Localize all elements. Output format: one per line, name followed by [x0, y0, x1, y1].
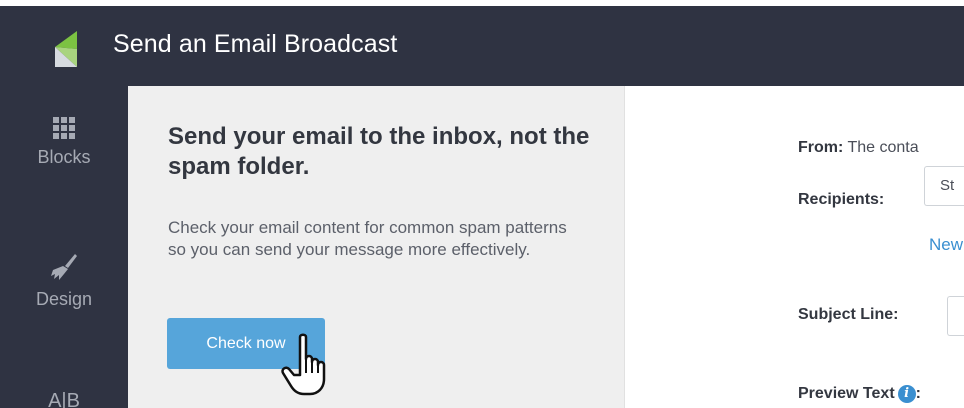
ab-test-icon: A|B [48, 390, 80, 408]
new-recipient-link[interactable]: New [929, 235, 963, 255]
spam-check-panel: Send your email to the inbox, not the sp… [128, 86, 625, 408]
broadcast-form: From: The conta Recipients: St New Subje… [625, 86, 964, 408]
page-title: Send an Email Broadcast [113, 30, 398, 58]
from-label: From: [798, 139, 844, 156]
info-icon[interactable]: i [897, 385, 916, 403]
editor-sidebar: Blocks Design A|B [0, 86, 128, 408]
sidebar-item-ab-test[interactable]: A|B [0, 390, 128, 408]
from-value: The conta [847, 139, 919, 156]
recipients-field[interactable]: St [924, 166, 964, 206]
sidebar-item-label: Blocks [37, 147, 91, 167]
grid-icon [53, 117, 75, 139]
sidebar-item-design[interactable]: Design [0, 253, 128, 310]
app-window: Send an Email Broadcast Blocks Design A|… [0, 0, 964, 408]
recipients-label: Recipients: [798, 191, 885, 208]
from-row: From: The conta [798, 139, 919, 157]
app-logo-icon [55, 31, 77, 67]
spam-check-heading: Send your email to the inbox, not the sp… [168, 123, 590, 180]
preview-text-colon: : [915, 385, 921, 402]
subject-line-label: Subject Line: [798, 306, 899, 323]
sidebar-item-label: Design [35, 289, 93, 309]
subject-line-field[interactable]: I [947, 296, 964, 336]
hand-pointer-icon [281, 333, 326, 396]
paintbrush-icon [51, 254, 77, 280]
preview-text-row: Preview Text i: [798, 385, 921, 403]
preview-text-label: Preview Text [798, 385, 895, 402]
header-bar: Send an Email Broadcast [0, 6, 964, 86]
spam-check-description: Check your email content for common spam… [168, 218, 567, 259]
sidebar-item-blocks[interactable]: Blocks [0, 117, 128, 168]
